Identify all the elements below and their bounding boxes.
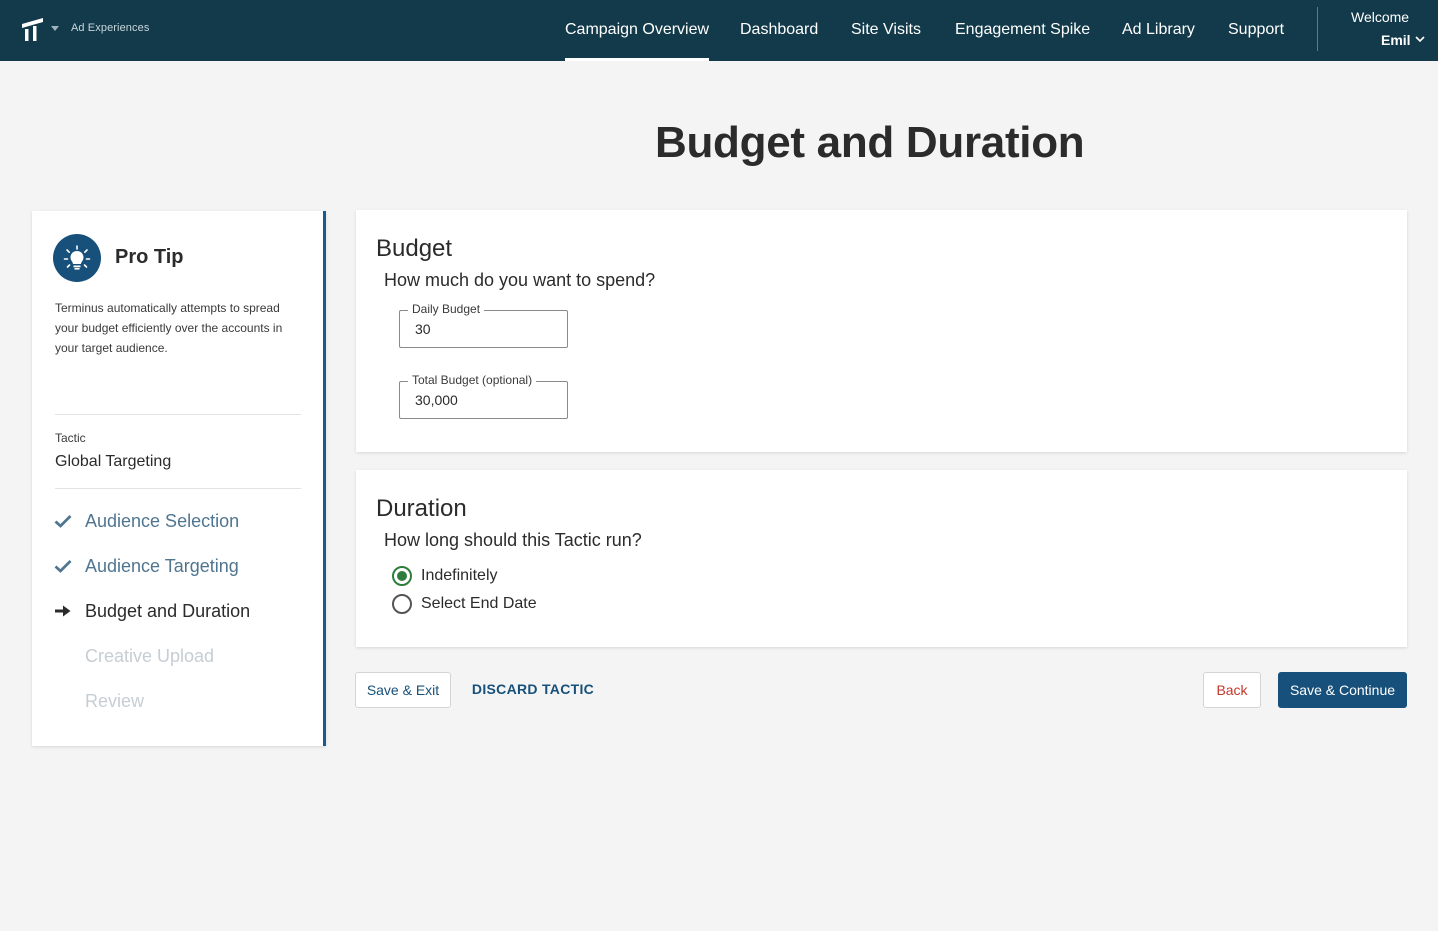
budget-title: Budget bbox=[376, 235, 453, 262]
step-audience-targeting[interactable]: Audience Targeting bbox=[53, 554, 239, 578]
chevron-down-icon[interactable] bbox=[1415, 35, 1425, 43]
tactic-value: Global Targeting bbox=[55, 453, 172, 470]
save-exit-button[interactable]: Save & Exit bbox=[355, 672, 451, 708]
total-budget-field[interactable]: Total Budget (optional) bbox=[399, 373, 568, 419]
lightbulb-icon bbox=[53, 234, 101, 282]
total-budget-input[interactable] bbox=[415, 392, 555, 408]
top-nav-bar: Ad Experiences Campaign Overview Dashboa… bbox=[0, 0, 1438, 61]
radio-label: Indefinitely bbox=[421, 567, 498, 584]
step-creative-upload[interactable]: Creative Upload bbox=[53, 644, 214, 668]
step-label: Audience Selection bbox=[85, 510, 240, 531]
tactic-label: Tactic bbox=[55, 431, 86, 445]
welcome-text: Welcome bbox=[1351, 9, 1410, 25]
step-label: Creative Upload bbox=[85, 645, 215, 666]
step-label: Review bbox=[85, 690, 145, 711]
daily-budget-input[interactable] bbox=[415, 321, 555, 337]
pro-tip-text: Terminus automatically attempts to sprea… bbox=[55, 301, 283, 355]
radio-select-end-date[interactable]: Select End Date bbox=[392, 593, 537, 615]
step-budget-and-duration[interactable]: Budget and Duration bbox=[53, 599, 250, 623]
app-switcher-caret-icon[interactable] bbox=[51, 26, 59, 31]
nav-support[interactable]: Support bbox=[1228, 0, 1284, 61]
sidebar-panel: Pro Tip Terminus automatically attempts … bbox=[32, 211, 326, 746]
terminus-logo-icon[interactable] bbox=[21, 16, 45, 42]
step-label: Budget and Duration bbox=[85, 600, 251, 621]
save-continue-button[interactable]: Save & Continue bbox=[1278, 672, 1407, 708]
duration-title: Duration bbox=[376, 495, 467, 522]
daily-budget-label: Daily Budget bbox=[408, 302, 485, 316]
duration-card: Duration How long should this Tactic run… bbox=[356, 470, 1407, 647]
budget-card: Budget How much do you want to spend? Da… bbox=[356, 210, 1407, 452]
nav-dashboard[interactable]: Dashboard bbox=[740, 0, 818, 61]
total-budget-label: Total Budget (optional) bbox=[408, 373, 537, 387]
nav-engagement-spike[interactable]: Engagement Spike bbox=[955, 0, 1090, 61]
pro-tip-title: Pro Tip bbox=[115, 246, 184, 268]
nav-ad-library[interactable]: Ad Library bbox=[1122, 0, 1195, 61]
budget-question: How much do you want to spend? bbox=[384, 270, 656, 290]
discard-tactic-button[interactable]: DISCARD TACTIC bbox=[466, 671, 600, 707]
radio-button[interactable] bbox=[392, 594, 412, 614]
step-label: Audience Targeting bbox=[85, 555, 239, 576]
step-audience-selection[interactable]: Audience Selection bbox=[53, 509, 239, 533]
user-menu[interactable]: Emil bbox=[1381, 32, 1411, 48]
nav-divider bbox=[1317, 7, 1318, 51]
checkmark-icon bbox=[53, 556, 73, 576]
checkmark-icon bbox=[53, 511, 73, 531]
sidebar-divider bbox=[55, 414, 301, 415]
nav-campaign-overview[interactable]: Campaign Overview bbox=[565, 0, 710, 61]
sidebar-divider bbox=[55, 488, 301, 489]
nav-site-visits[interactable]: Site Visits bbox=[851, 0, 921, 61]
app-name: Ad Experiences bbox=[71, 22, 150, 34]
back-button[interactable]: Back bbox=[1203, 672, 1261, 708]
radio-indefinitely[interactable]: Indefinitely bbox=[392, 565, 498, 587]
page-title: Budget and Duration bbox=[655, 118, 1085, 167]
arrow-right-icon bbox=[53, 601, 73, 621]
radio-button-checked[interactable] bbox=[392, 566, 412, 586]
daily-budget-field[interactable]: Daily Budget bbox=[399, 302, 568, 348]
radio-label: Select End Date bbox=[421, 595, 537, 612]
step-review[interactable]: Review bbox=[53, 689, 144, 713]
duration-question: How long should this Tactic run? bbox=[384, 530, 642, 550]
